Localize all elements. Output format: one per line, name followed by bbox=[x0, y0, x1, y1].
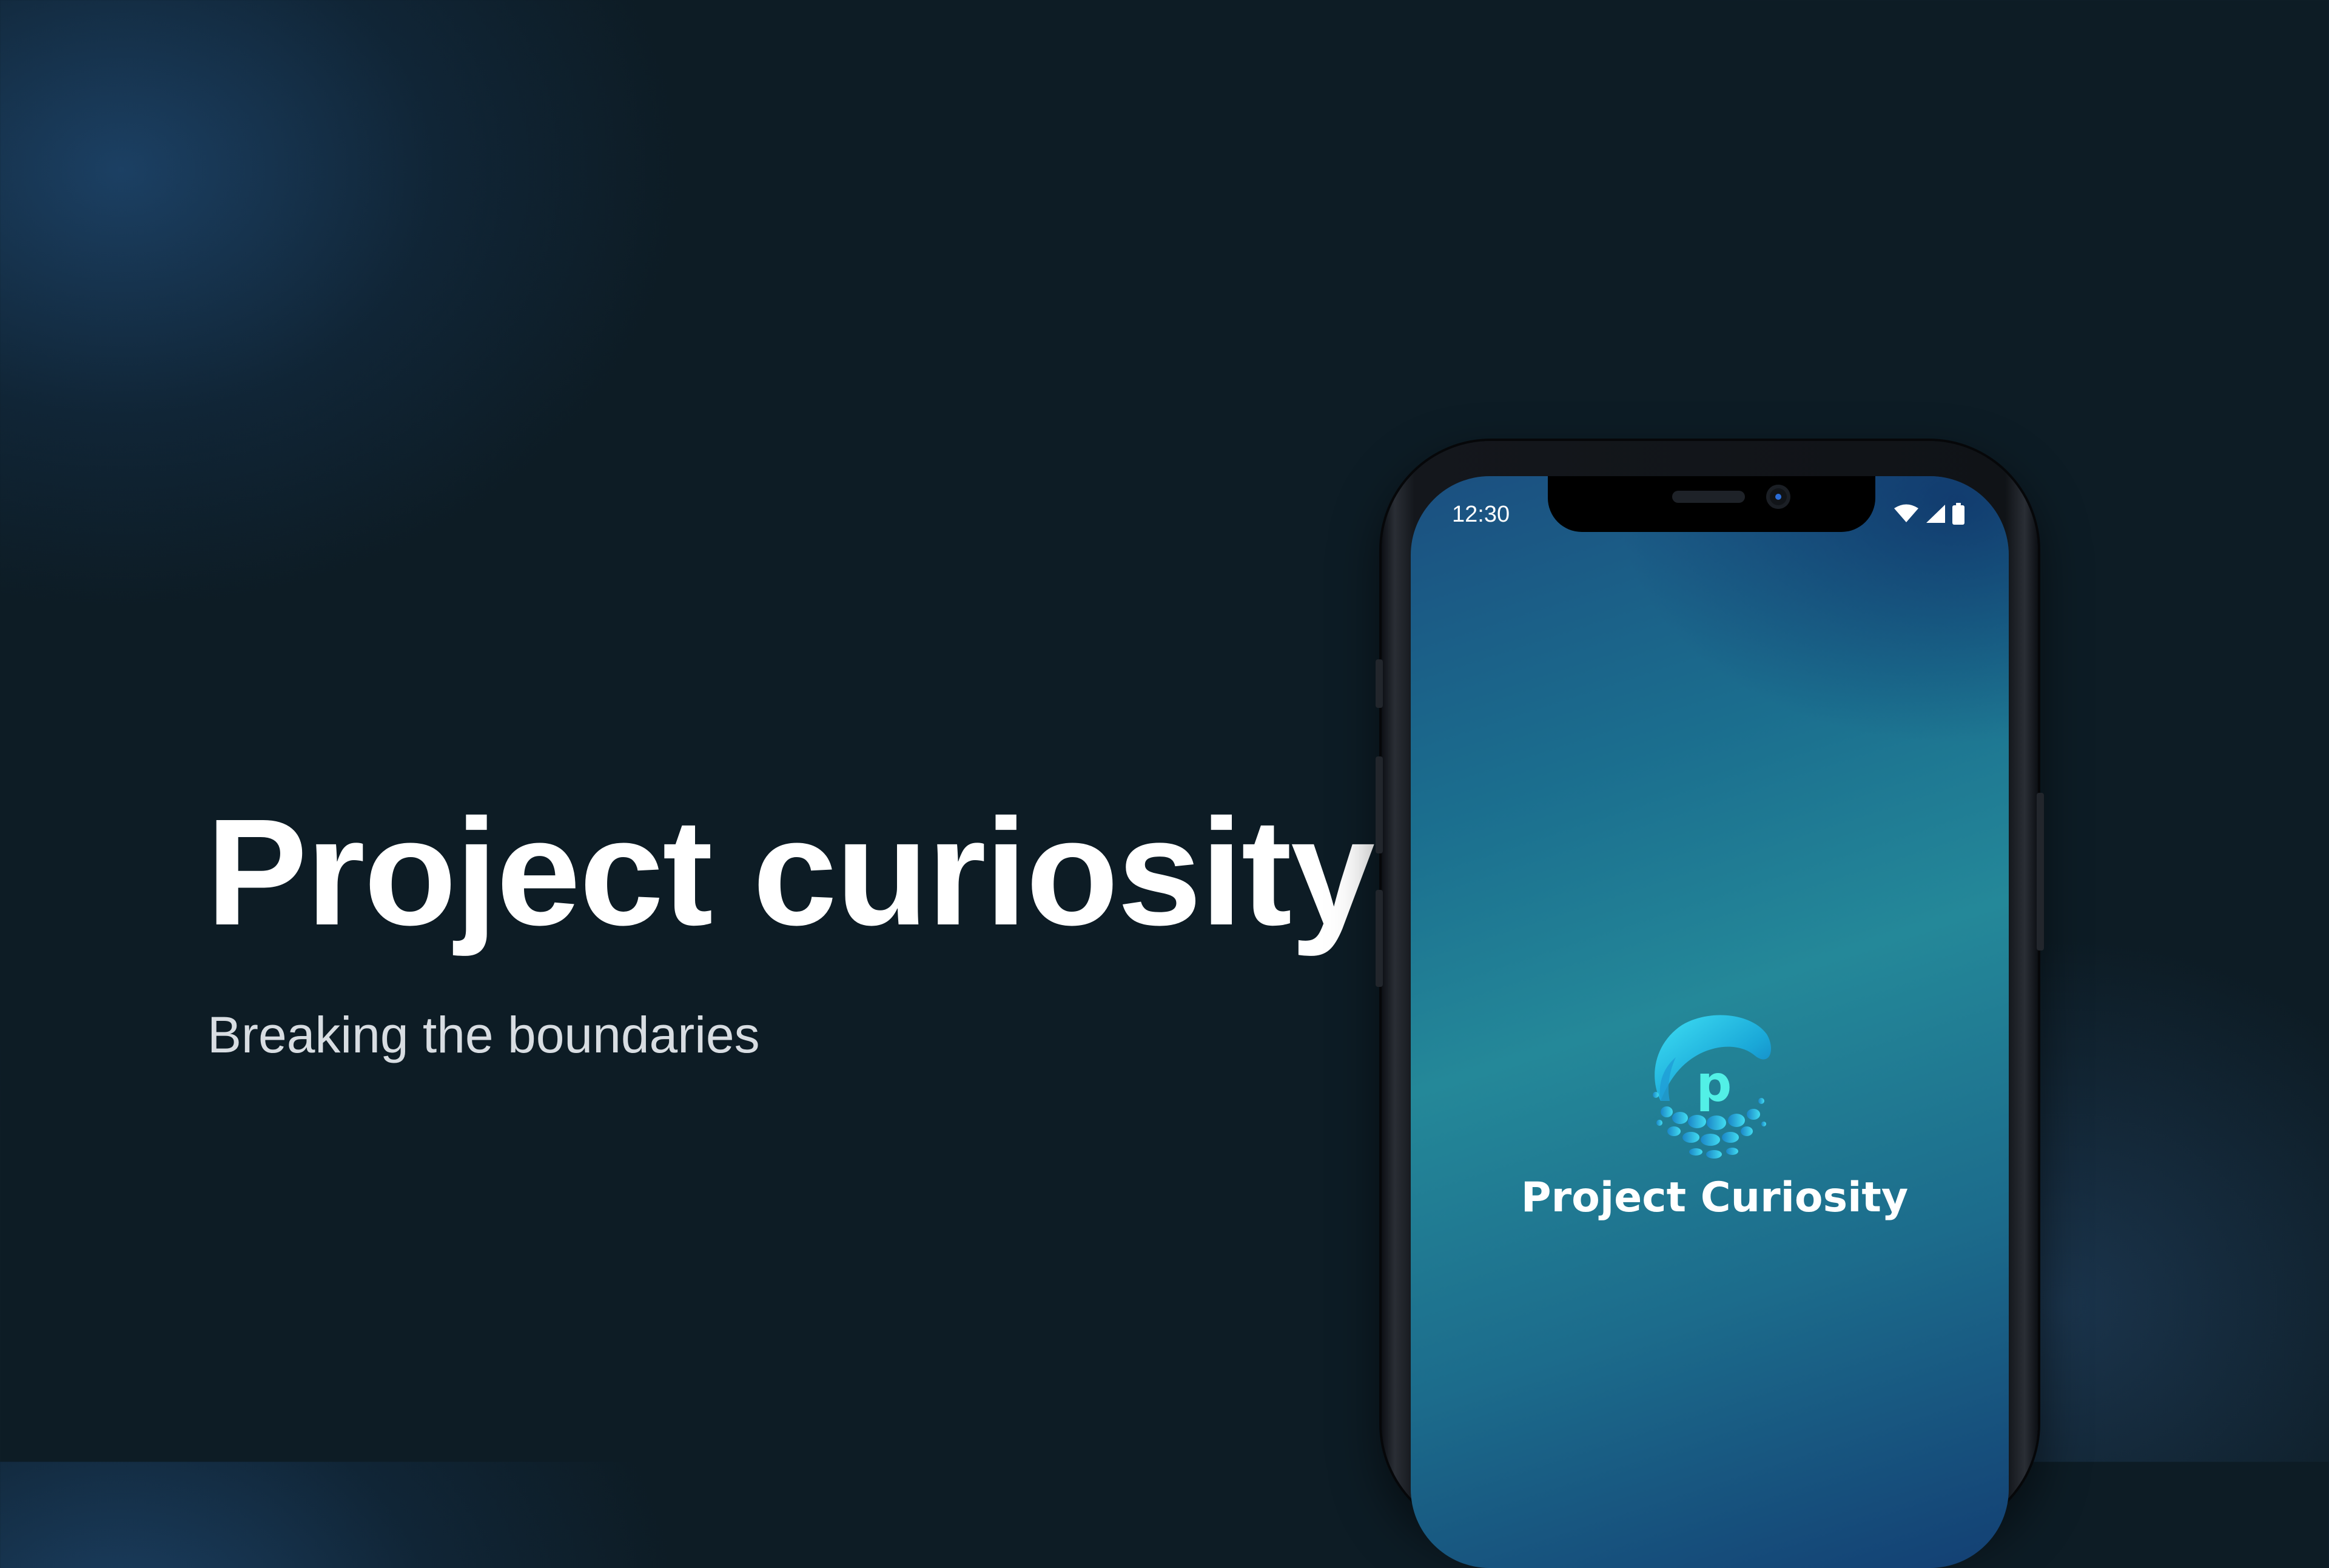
status-bar-time: 12:30 bbox=[1452, 502, 1510, 527]
app-logo-icon: p bbox=[1642, 1010, 1782, 1162]
phone-notch bbox=[1548, 476, 1875, 532]
status-bar-icons bbox=[1894, 503, 1965, 525]
phone-mockup: 12:30 p Project Curiosity bbox=[1376, 441, 2044, 1568]
phone-screen: 12:30 p Project Curiosity bbox=[1411, 476, 2009, 1568]
hero-title: Project curiosity bbox=[206, 787, 1375, 957]
phone-volume-down-button bbox=[1376, 890, 1383, 987]
front-camera bbox=[1766, 485, 1790, 509]
phone-mute-switch bbox=[1376, 659, 1383, 708]
cellular-signal-icon bbox=[1925, 504, 1946, 523]
phone-volume-up-button bbox=[1376, 756, 1383, 853]
phone-power-button bbox=[2037, 793, 2044, 951]
speaker-grille bbox=[1672, 491, 1745, 503]
battery-icon bbox=[1952, 503, 1965, 525]
app-name: Project Curiosity bbox=[1521, 1174, 1909, 1222]
wifi-icon bbox=[1894, 504, 1919, 523]
hero-subtitle: Breaking the boundaries bbox=[207, 1006, 760, 1063]
app-logo-letter: p bbox=[1696, 1055, 1732, 1113]
